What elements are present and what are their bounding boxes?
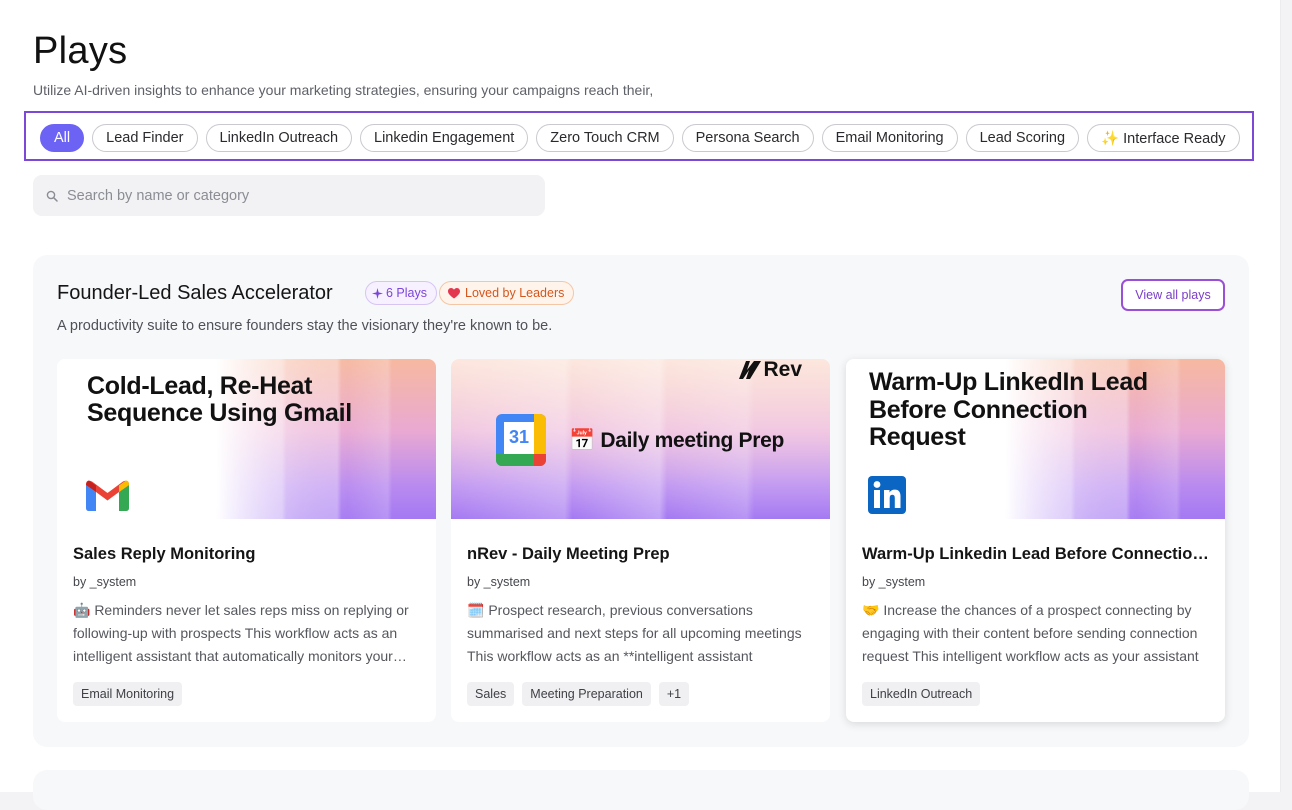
search-icon: [46, 190, 58, 202]
tag-more-count[interactable]: +1: [658, 682, 690, 706]
card-tags: Sales Meeting Preparation +1: [467, 682, 814, 706]
chip-all[interactable]: All: [40, 124, 85, 152]
chip-interface-ready[interactable]: ✨ Interface Ready: [1087, 124, 1240, 152]
card-title: nRev - Daily Meeting Prep: [467, 545, 670, 563]
linkedin-icon: [868, 476, 906, 514]
plays-count-label: 6 Plays: [386, 286, 427, 300]
banner-title: Cold-Lead, Re-Heat Sequence Using Gmail: [87, 372, 352, 427]
plays-count-badge: 6 Plays: [365, 281, 437, 305]
card-description: 🤖 Reminders never let sales reps miss on…: [73, 602, 409, 664]
calendar-day: 31: [508, 427, 530, 447]
play-card-sales-reply-monitoring[interactable]: Cold-Lead, Re-Heat Sequence Using Gmail …: [57, 359, 436, 722]
search-box[interactable]: [33, 175, 545, 216]
rev-brand-label: Rev: [763, 359, 802, 381]
view-all-plays-button[interactable]: View all plays: [1121, 279, 1225, 311]
card-description: 🗓️ Prospect research, previous conversat…: [467, 602, 802, 664]
chip-persona-search[interactable]: Persona Search: [681, 124, 814, 152]
filter-chips: All Lead Finder LinkedIn Outreach Linked…: [40, 124, 1240, 152]
page-subtitle: Utilize AI-driven insights to enhance yo…: [33, 82, 654, 98]
filter-chip-bar: All Lead Finder LinkedIn Outreach Linked…: [24, 111, 1254, 161]
heart-icon: [448, 287, 460, 298]
search-input[interactable]: [67, 187, 507, 204]
card-tags: LinkedIn Outreach: [862, 682, 1209, 706]
google-calendar-icon: 31: [496, 414, 546, 466]
n-logo-icon: [739, 361, 762, 379]
gmail-icon: [86, 480, 129, 511]
page-title: Plays: [33, 30, 128, 72]
tag: Meeting Preparation: [522, 682, 651, 706]
card-banner: Cold-Lead, Re-Heat Sequence Using Gmail: [57, 359, 436, 519]
chip-linkedin-outreach[interactable]: LinkedIn Outreach: [205, 124, 353, 152]
chip-lead-scoring[interactable]: Lead Scoring: [965, 124, 1080, 152]
play-card-warm-up-linkedin[interactable]: Warm-Up LinkedIn Lead Before Connection …: [846, 359, 1225, 722]
tag: Sales: [467, 682, 515, 706]
card-author: by _system: [862, 575, 926, 589]
card-title: Warm-Up Linkedin Lead Before Connection …: [862, 545, 1209, 563]
card-author: by _system: [73, 575, 137, 589]
banner-title: Warm-Up LinkedIn Lead Before Connection …: [869, 368, 1148, 451]
tag: Email Monitoring: [73, 682, 183, 706]
chip-email-monitoring[interactable]: Email Monitoring: [821, 124, 958, 152]
card-author: by _system: [467, 575, 531, 589]
card-tags: Email Monitoring: [73, 682, 420, 706]
card-banner: Warm-Up LinkedIn Lead Before Connection …: [846, 359, 1225, 519]
card-description: 🤝 Increase the chances of a prospect con…: [862, 602, 1199, 664]
play-card-daily-meeting-prep[interactable]: Rev 31 📅 Daily meeting Prep nRev - Daily…: [451, 359, 830, 722]
card-title: Sales Reply Monitoring: [73, 545, 256, 563]
card-banner: Rev 31 📅 Daily meeting Prep: [451, 359, 830, 519]
section-description: A productivity suite to ensure founders …: [57, 318, 553, 334]
chip-linkedin-engagement[interactable]: Linkedin Engagement: [360, 124, 529, 152]
rev-brand-mark: Rev: [739, 359, 802, 382]
section-title: Founder-Led Sales Accelerator: [57, 282, 333, 304]
tag: LinkedIn Outreach: [862, 682, 981, 706]
sparkle-icon: [372, 287, 383, 299]
plays-page: Plays Utilize AI-driven insights to enha…: [0, 0, 1281, 810]
chip-lead-finder[interactable]: Lead Finder: [92, 124, 198, 152]
loved-label: Loved by Leaders: [465, 286, 565, 300]
loved-badge: Loved by Leaders: [439, 281, 575, 305]
collection-section: Founder-Led Sales Accelerator 6 Plays Lo…: [33, 255, 1249, 747]
chip-zero-touch-crm[interactable]: Zero Touch CRM: [536, 124, 674, 152]
banner-title: 📅 Daily meeting Prep: [569, 429, 785, 452]
next-collection-section: [33, 770, 1249, 810]
